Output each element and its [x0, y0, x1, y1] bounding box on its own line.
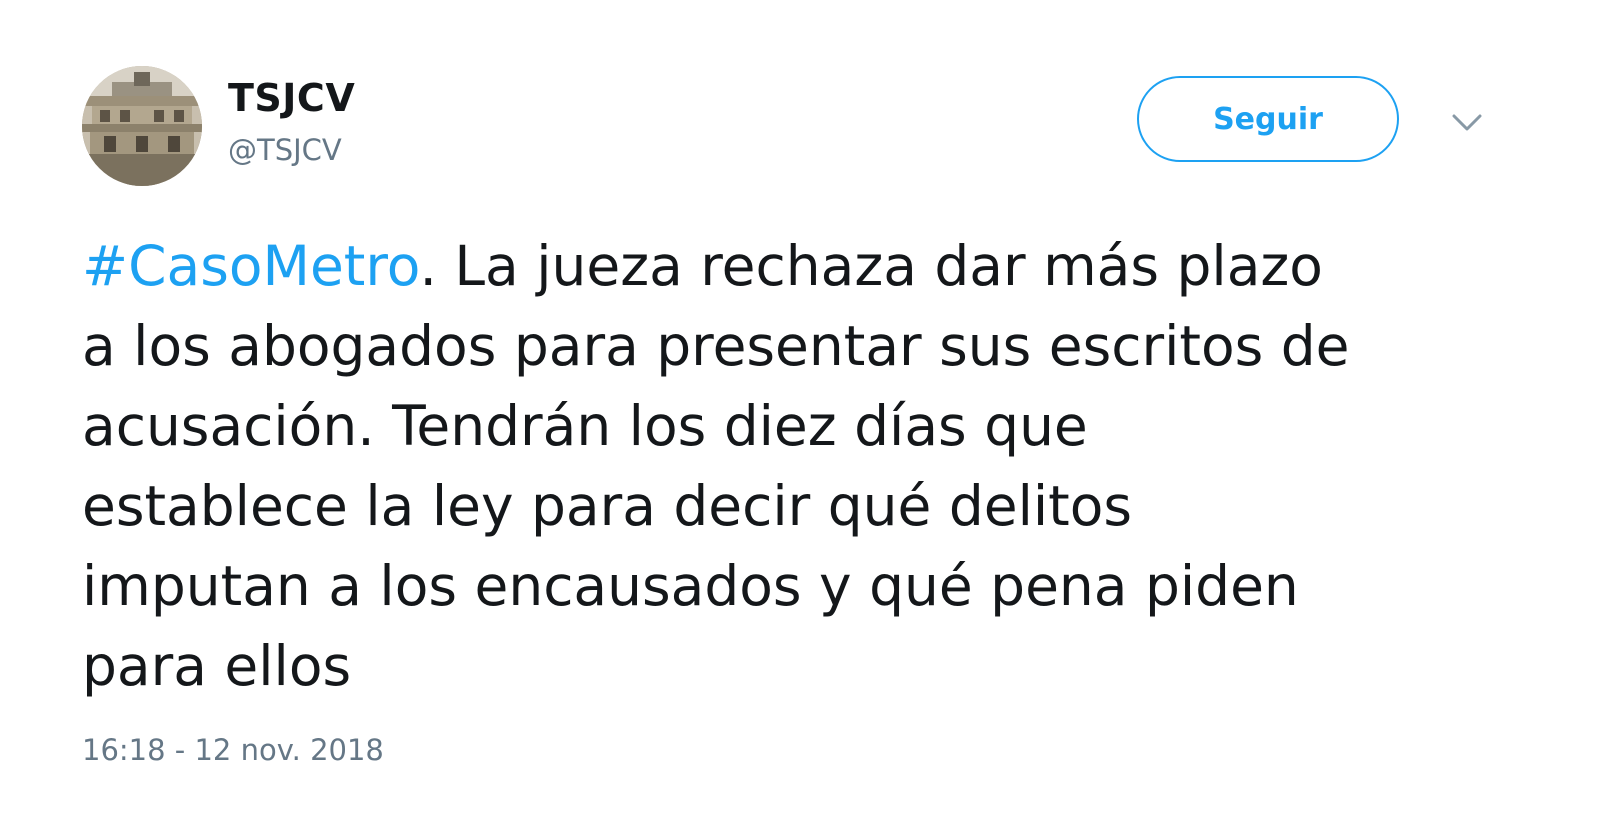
avatar-image: [82, 66, 202, 186]
hashtag-link[interactable]: #CasoMetro: [82, 234, 419, 298]
chevron-down-icon[interactable]: [1448, 108, 1486, 138]
tweet-timestamp[interactable]: 16:18 - 12 nov. 2018: [82, 730, 384, 770]
tweet-line-6: para ellos: [82, 634, 352, 698]
tweet-line-2: a los abogados para presentar sus escrit…: [82, 314, 1350, 378]
tweet-line-3: acusación. Tendrán los diez días que: [82, 394, 1088, 458]
avatar[interactable]: [82, 66, 202, 186]
user-handle[interactable]: @TSJCV: [228, 130, 342, 170]
tweet-line-5: imputan a los encausados y qué pena pide…: [82, 554, 1299, 618]
follow-button[interactable]: Seguir: [1137, 76, 1399, 162]
tweet-line-1: #CasoMetro. La jueza rechaza dar más pla…: [82, 226, 1542, 306]
tweet-line-4: establece la ley para decir qué delitos: [82, 474, 1133, 538]
tweet-text: #CasoMetro. La jueza rechaza dar más pla…: [82, 226, 1542, 706]
display-name[interactable]: TSJCV: [228, 74, 355, 122]
tweet-line-1-text: . La jueza rechaza dar más plazo: [419, 234, 1323, 298]
